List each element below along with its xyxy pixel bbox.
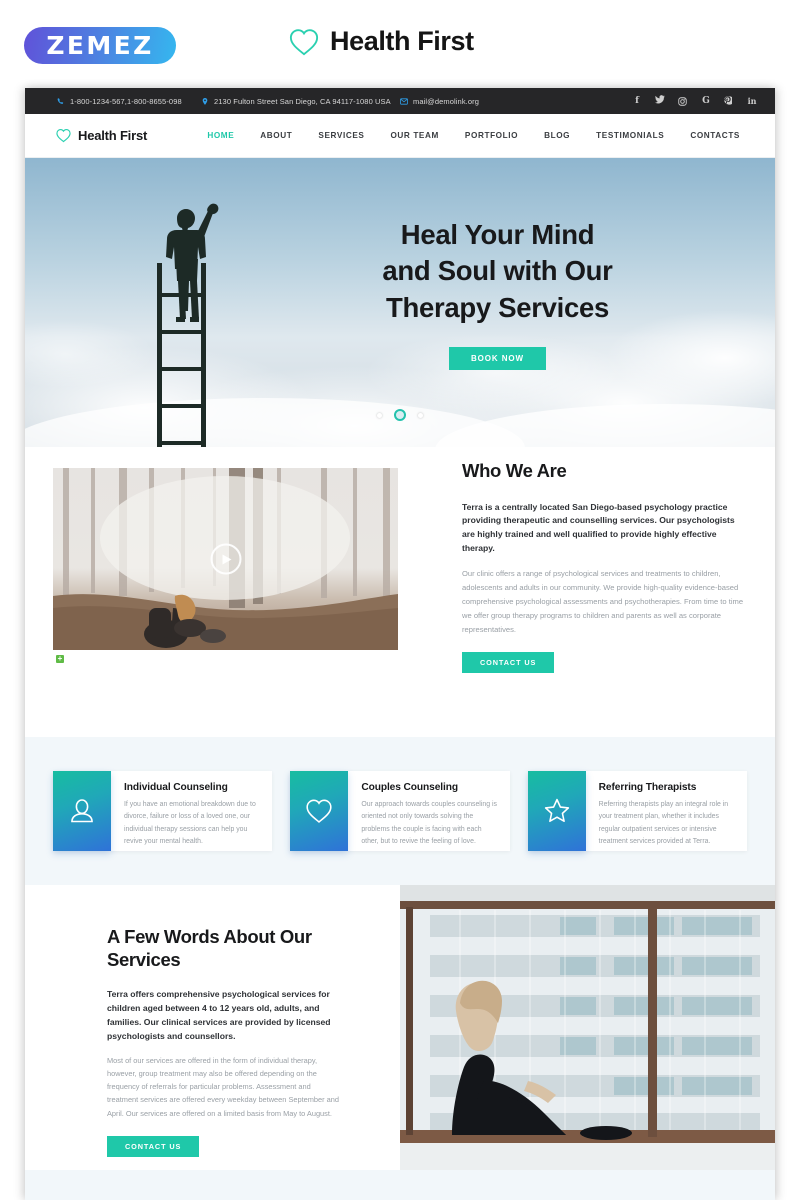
service-card-body: Couples Counseling Our approach towards …	[348, 771, 509, 851]
site-brand-name: Health First	[330, 26, 474, 56]
book-now-button[interactable]: BOOK NOW	[449, 346, 546, 370]
play-icon[interactable]	[210, 543, 241, 575]
email-text: mail@demolink.org	[413, 96, 480, 106]
zemez-logo[interactable]: ZEMEZ	[24, 27, 176, 64]
about-services-text: A Few Words About Our Services Terra off…	[107, 926, 339, 1157]
twitter-icon[interactable]	[655, 95, 665, 107]
footer-strip	[25, 1170, 775, 1200]
nav-item-testimonials[interactable]: TESTIMONIALS	[583, 131, 677, 140]
nav-item-home[interactable]: HOME	[194, 131, 247, 140]
slider-dot-2-active[interactable]	[394, 409, 406, 421]
services-cards-section: Individual Counseling If you have an emo…	[25, 737, 775, 885]
heart-icon	[56, 129, 71, 143]
hero-headline-line-1: Heal Your Mind	[400, 219, 595, 251]
linkedin-icon[interactable]: in	[747, 97, 757, 105]
nav-item-about[interactable]: ABOUT	[247, 131, 305, 140]
who-we-are-section: + Who We Are Terra is a centrally locate…	[25, 447, 775, 737]
site-brand-preview: Health First	[289, 26, 474, 57]
slider-pagination	[25, 409, 775, 421]
social-links: f G in	[632, 95, 757, 107]
zemez-logo-label: ZEMEZ	[46, 31, 154, 60]
hero-headline-line-2: and Soul with Our	[382, 255, 613, 287]
envelope-icon	[400, 97, 408, 105]
about-services-title: A Few Words About Our Services	[107, 926, 312, 970]
about-services-section: A Few Words About Our Services Terra off…	[25, 885, 775, 1170]
service-card-referring-therapists[interactable]: Referring Therapists Referring therapist…	[527, 771, 747, 851]
about-services-lead: Terra offers comprehensive psychological…	[107, 989, 331, 1041]
service-card-body: Referring Therapists Referring therapist…	[586, 771, 747, 851]
nav-brand-label: Health First	[78, 128, 148, 143]
service-icon-tile	[53, 771, 111, 851]
hero-slider: Heal Your Mind and Soul with Our Therapy…	[25, 158, 775, 447]
service-card-couples-counseling[interactable]: Couples Counseling Our approach towards …	[290, 771, 510, 851]
nav-item-blog[interactable]: BLOG	[531, 131, 583, 140]
nav-item-portfolio[interactable]: PORTFOLIO	[452, 131, 531, 140]
main-navigation: Health First HOME ABOUT SERVICES OUR TEA…	[25, 114, 775, 158]
contact-us-button-who[interactable]: CONTACT US	[462, 652, 555, 674]
service-title: Referring Therapists	[598, 782, 697, 793]
service-icon-tile	[527, 771, 586, 851]
service-description: Referring therapists play an integral ro…	[598, 801, 729, 845]
user-icon	[71, 799, 93, 823]
instagram-icon[interactable]	[678, 96, 688, 106]
who-we-are-lead: Terra is a centrally located San Diego-b…	[462, 501, 735, 554]
heart-icon	[289, 28, 319, 55]
service-title: Individual Counseling	[124, 782, 228, 793]
hero-headline: Heal Your Mind and Soul with Our Therapy…	[382, 217, 612, 325]
address-text: 2130 Fulton Street San Diego, CA 94117-1…	[214, 96, 391, 106]
email-contact[interactable]: mail@demolink.org	[400, 97, 479, 106]
plus-icon[interactable]: +	[56, 655, 64, 663]
pinterest-icon[interactable]	[724, 96, 734, 106]
service-card-body: Individual Counseling If you have an emo…	[111, 771, 272, 851]
who-we-are-text: Who We Are Terra is a centrally located …	[462, 460, 748, 674]
top-contact-bar: 1-800-1234-567,1-800-8655-098 2130 Fulto…	[25, 88, 775, 114]
slider-dot-3[interactable]	[418, 412, 423, 418]
website-preview-frame: 1-800-1234-567,1-800-8655-098 2130 Fulto…	[25, 88, 775, 1200]
office-window-photo	[400, 885, 775, 1170]
intro-video[interactable]	[53, 468, 398, 650]
who-we-are-body: Our clinic offers a range of psychologic…	[462, 569, 744, 634]
map-pin-icon	[202, 97, 208, 105]
phone-contact[interactable]: 1-800-1234-567,1-800-8655-098	[57, 97, 182, 106]
service-icon-tile	[290, 771, 349, 851]
nav-menu: HOME ABOUT SERVICES OUR TEAM PORTFOLIO B…	[194, 131, 753, 140]
nav-logo[interactable]: Health First	[56, 128, 147, 143]
hero-headline-line-3: Therapy Services	[386, 291, 609, 323]
phone-icon	[57, 97, 64, 104]
hero-content: Heal Your Mind and Soul with Our Therapy…	[270, 158, 725, 447]
nav-item-contacts[interactable]: CONTACTS	[677, 131, 753, 140]
phone-text: 1-800-1234-567,1-800-8655-098	[70, 96, 182, 106]
address-contact[interactable]: 2130 Fulton Street San Diego, CA 94117-1…	[201, 97, 391, 106]
facebook-icon[interactable]: f	[632, 96, 642, 106]
slider-dot-1[interactable]	[377, 412, 382, 418]
star-icon	[544, 798, 569, 823]
nav-item-our-team[interactable]: OUR TEAM	[377, 131, 451, 140]
contact-us-button-services[interactable]: CONTACT US	[107, 1135, 200, 1157]
service-card-individual-counseling[interactable]: Individual Counseling If you have an emo…	[53, 771, 273, 851]
zemez-header-bar: ZEMEZ Health First	[0, 0, 800, 88]
service-title: Couples Counseling	[361, 782, 459, 793]
who-we-are-title: Who We Are	[462, 460, 567, 481]
service-description: Our approach towards couples counseling …	[361, 801, 497, 845]
about-services-body: Most of our services are offered in the …	[107, 1055, 339, 1118]
heart-icon	[306, 799, 332, 823]
nav-item-services[interactable]: SERVICES	[305, 131, 377, 140]
google-icon[interactable]: G	[701, 96, 711, 106]
service-description: If you have an emotional breakdown due t…	[124, 801, 256, 845]
